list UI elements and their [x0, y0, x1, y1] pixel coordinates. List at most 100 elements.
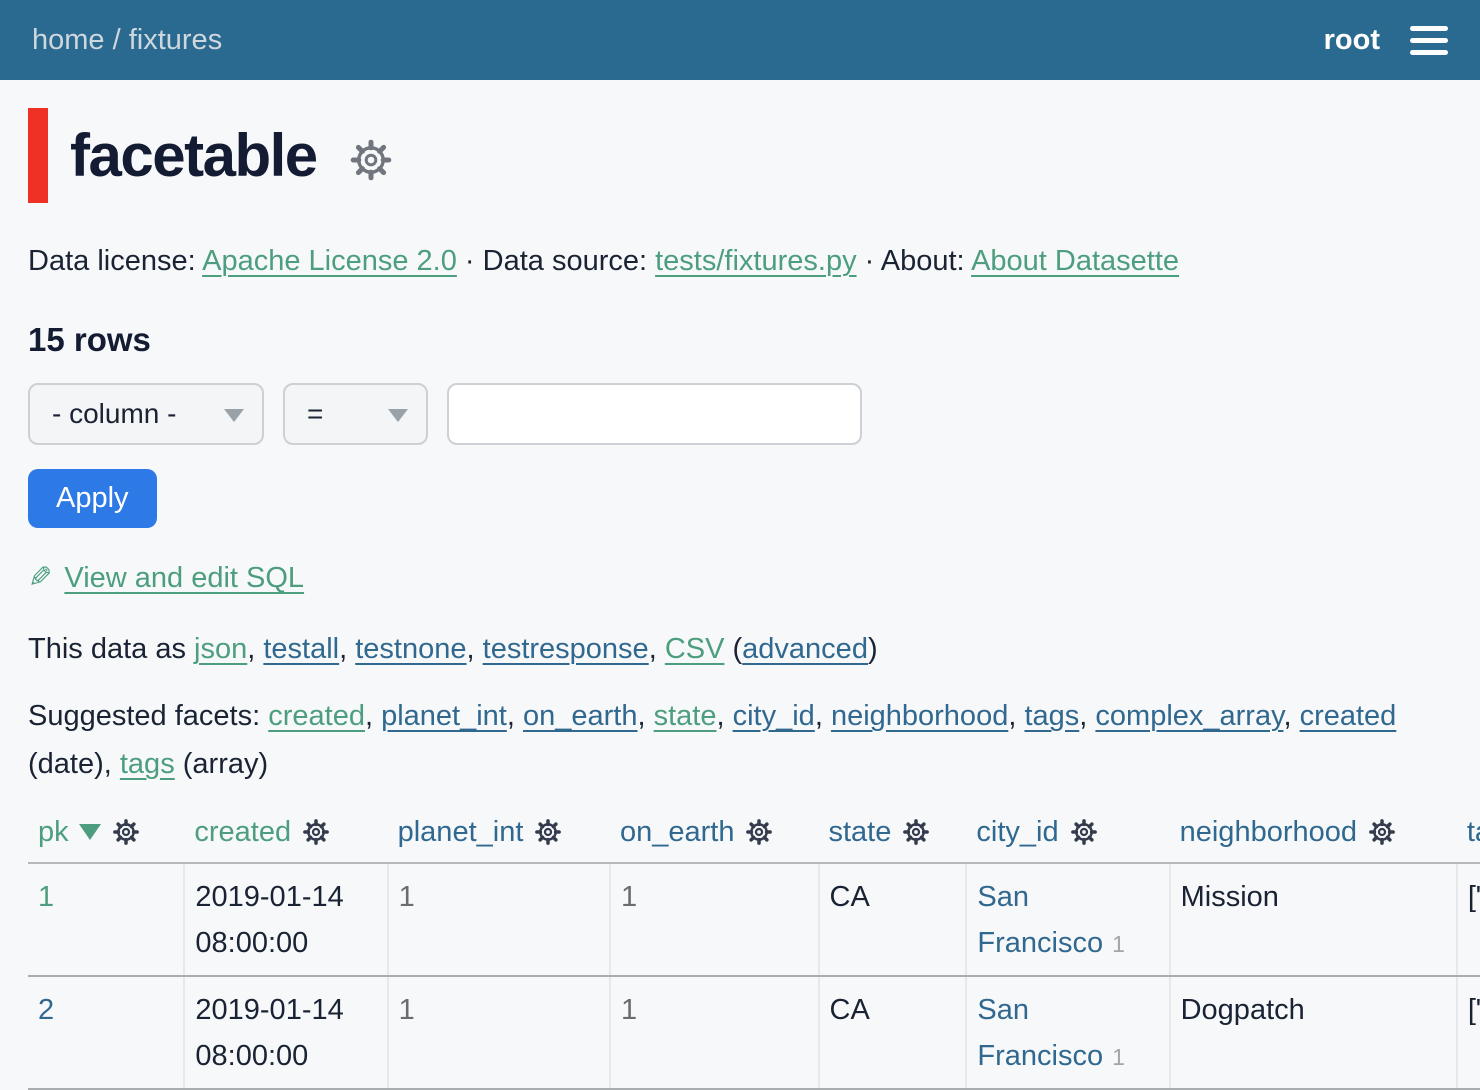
column-header-link-tags[interactable]: tags [1467, 812, 1480, 852]
filter-row: - column - = [28, 383, 1452, 445]
pencil-icon: ✎ [28, 560, 52, 595]
data-source-link[interactable]: tests/fixtures.py [655, 245, 856, 277]
text-segment: (date), [28, 748, 120, 780]
column-header-planet_int: planet_int [388, 810, 610, 863]
text-segment: , [716, 700, 732, 732]
cell-link-pk[interactable]: 1 [38, 881, 54, 913]
column-select[interactable]: - column - [28, 383, 264, 445]
column-header-link-neighborhood[interactable]: neighborhood [1180, 812, 1357, 852]
facet-tags-link[interactable]: tags [1024, 700, 1079, 732]
user-label: root [1324, 24, 1380, 57]
text-segment: This data as [28, 633, 194, 665]
text-segment: · Data source: [457, 245, 655, 277]
export-testall-link[interactable]: testall [263, 633, 339, 665]
table-settings-gear-icon[interactable] [347, 136, 395, 184]
cell-on_earth: 1 [610, 976, 819, 1089]
text-segment: Data license: [28, 245, 202, 277]
cell-link-pk[interactable]: 2 [38, 994, 54, 1026]
text-segment: (array) [175, 748, 268, 780]
cell-created: 2019-01-14 08:00:00 [184, 863, 387, 976]
column-options-gear-icon[interactable] [301, 817, 331, 847]
text-segment: , [339, 633, 355, 665]
facet-created-date-link[interactable]: created [1300, 700, 1397, 732]
column-header-pk: pk [28, 810, 184, 863]
column-header-link-on_earth[interactable]: on_earth [620, 812, 735, 852]
column-header-on_earth: on_earth [610, 810, 819, 863]
cell-pk: 1 [28, 863, 184, 976]
text-segment: , [1079, 700, 1095, 732]
cell-state: CA [819, 976, 967, 1089]
text-segment: Suggested facets: [28, 700, 268, 732]
table-row: 12019-01-14 08:00:0011CASan Francisco1Mi… [28, 863, 1480, 976]
export-links-line: This data as json, testall, testnone, te… [28, 633, 1452, 666]
export-csv-link[interactable]: CSV [665, 633, 725, 665]
title-accent-bar [28, 108, 48, 203]
column-header-link-state[interactable]: state [829, 812, 892, 852]
export-testresponse-link[interactable]: testresponse [483, 633, 649, 665]
column-header-link-pk[interactable]: pk [38, 812, 69, 852]
column-select-value: - column - [52, 398, 176, 430]
facet-tags-array-link[interactable]: tags [120, 748, 175, 780]
menu-icon[interactable] [1410, 22, 1448, 59]
cell-neighborhood: Dogpatch [1170, 976, 1457, 1089]
cell-suffix-count: 1 [1112, 1044, 1125, 1070]
sort-descending-icon [79, 824, 101, 840]
text-segment: , [1283, 700, 1299, 732]
cell-city_id: San Francisco 1 [966, 976, 1169, 1089]
cell-link-city_id[interactable]: San Francisco [977, 994, 1103, 1072]
view-edit-sql-link[interactable]: View and edit SQL [64, 562, 304, 594]
breadcrumb-fixtures-link[interactable]: fixtures [129, 24, 222, 56]
cell-planet_int: 1 [388, 976, 610, 1089]
cell-on_earth: 1 [610, 863, 819, 976]
row-count-heading: 15 rows [28, 321, 1452, 359]
column-header-link-created[interactable]: created [194, 812, 291, 852]
text-segment: ( [724, 633, 742, 665]
cell-link-city_id[interactable]: San Francisco [977, 881, 1103, 959]
apply-button[interactable]: Apply [28, 469, 157, 528]
table-row: 22019-01-14 08:00:0011CASan Francisco1Do… [28, 976, 1480, 1089]
export-json-link[interactable]: json [194, 633, 247, 665]
facet-state-link[interactable]: state [654, 700, 717, 732]
facet-planet-int-link[interactable]: planet_int [381, 700, 507, 732]
export-testnone-link[interactable]: testnone [355, 633, 466, 665]
column-header-created: created [184, 810, 387, 863]
operator-select[interactable]: = [283, 383, 428, 445]
column-header-link-planet_int[interactable]: planet_int [398, 812, 524, 852]
column-header-link-city_id[interactable]: city_id [976, 812, 1058, 852]
column-options-gear-icon[interactable] [533, 817, 563, 847]
column-options-gear-icon[interactable] [1069, 817, 1099, 847]
column-header-neighborhood: neighborhood [1170, 810, 1457, 863]
column-options-gear-icon[interactable] [1367, 817, 1397, 847]
text-segment: , [247, 633, 263, 665]
text-segment: , [507, 700, 523, 732]
text-segment: , [815, 700, 831, 732]
column-header-state: state [819, 810, 967, 863]
column-header-city_id: city_id [966, 810, 1169, 863]
facet-on-earth-link[interactable]: on_earth [523, 700, 638, 732]
facet-city-id-link[interactable]: city_id [733, 700, 815, 732]
text-segment: · About: [857, 245, 971, 277]
export-advanced-link[interactable]: advanced [742, 633, 868, 665]
cell-city_id: San Francisco1 [966, 863, 1169, 976]
breadcrumb-home-link[interactable]: home [32, 24, 105, 56]
column-options-gear-icon[interactable] [111, 817, 141, 847]
facet-neighborhood-link[interactable]: neighborhood [831, 700, 1008, 732]
cell-pk: 2 [28, 976, 184, 1089]
facet-complex-array-link[interactable]: complex_array [1095, 700, 1283, 732]
about-link[interactable]: About Datasette [971, 245, 1179, 277]
facet-created-link[interactable]: created [268, 700, 365, 732]
data-table: pk created planet_int on_earth state [28, 810, 1480, 1090]
column-options-gear-icon[interactable] [744, 817, 774, 847]
text-segment: , [637, 700, 653, 732]
column-options-gear-icon[interactable] [901, 817, 931, 847]
breadcrumb: home / fixtures [32, 24, 222, 57]
text-segment: , [467, 633, 483, 665]
data-license-link[interactable]: Apache License 2.0 [202, 245, 457, 277]
filter-value-input[interactable] [447, 383, 862, 445]
top-navigation-bar: home / fixtures root [0, 0, 1480, 80]
cell-tags: ["tag1", "tag3"] [1457, 976, 1480, 1089]
cell-tags: ["tag1", "tag2"] [1457, 863, 1480, 976]
data-table-container: pk created planet_int on_earth state [28, 810, 1480, 1090]
metadata-line: Data license: Apache License 2.0 · Data … [28, 241, 1452, 281]
chevron-down-icon [388, 409, 408, 422]
